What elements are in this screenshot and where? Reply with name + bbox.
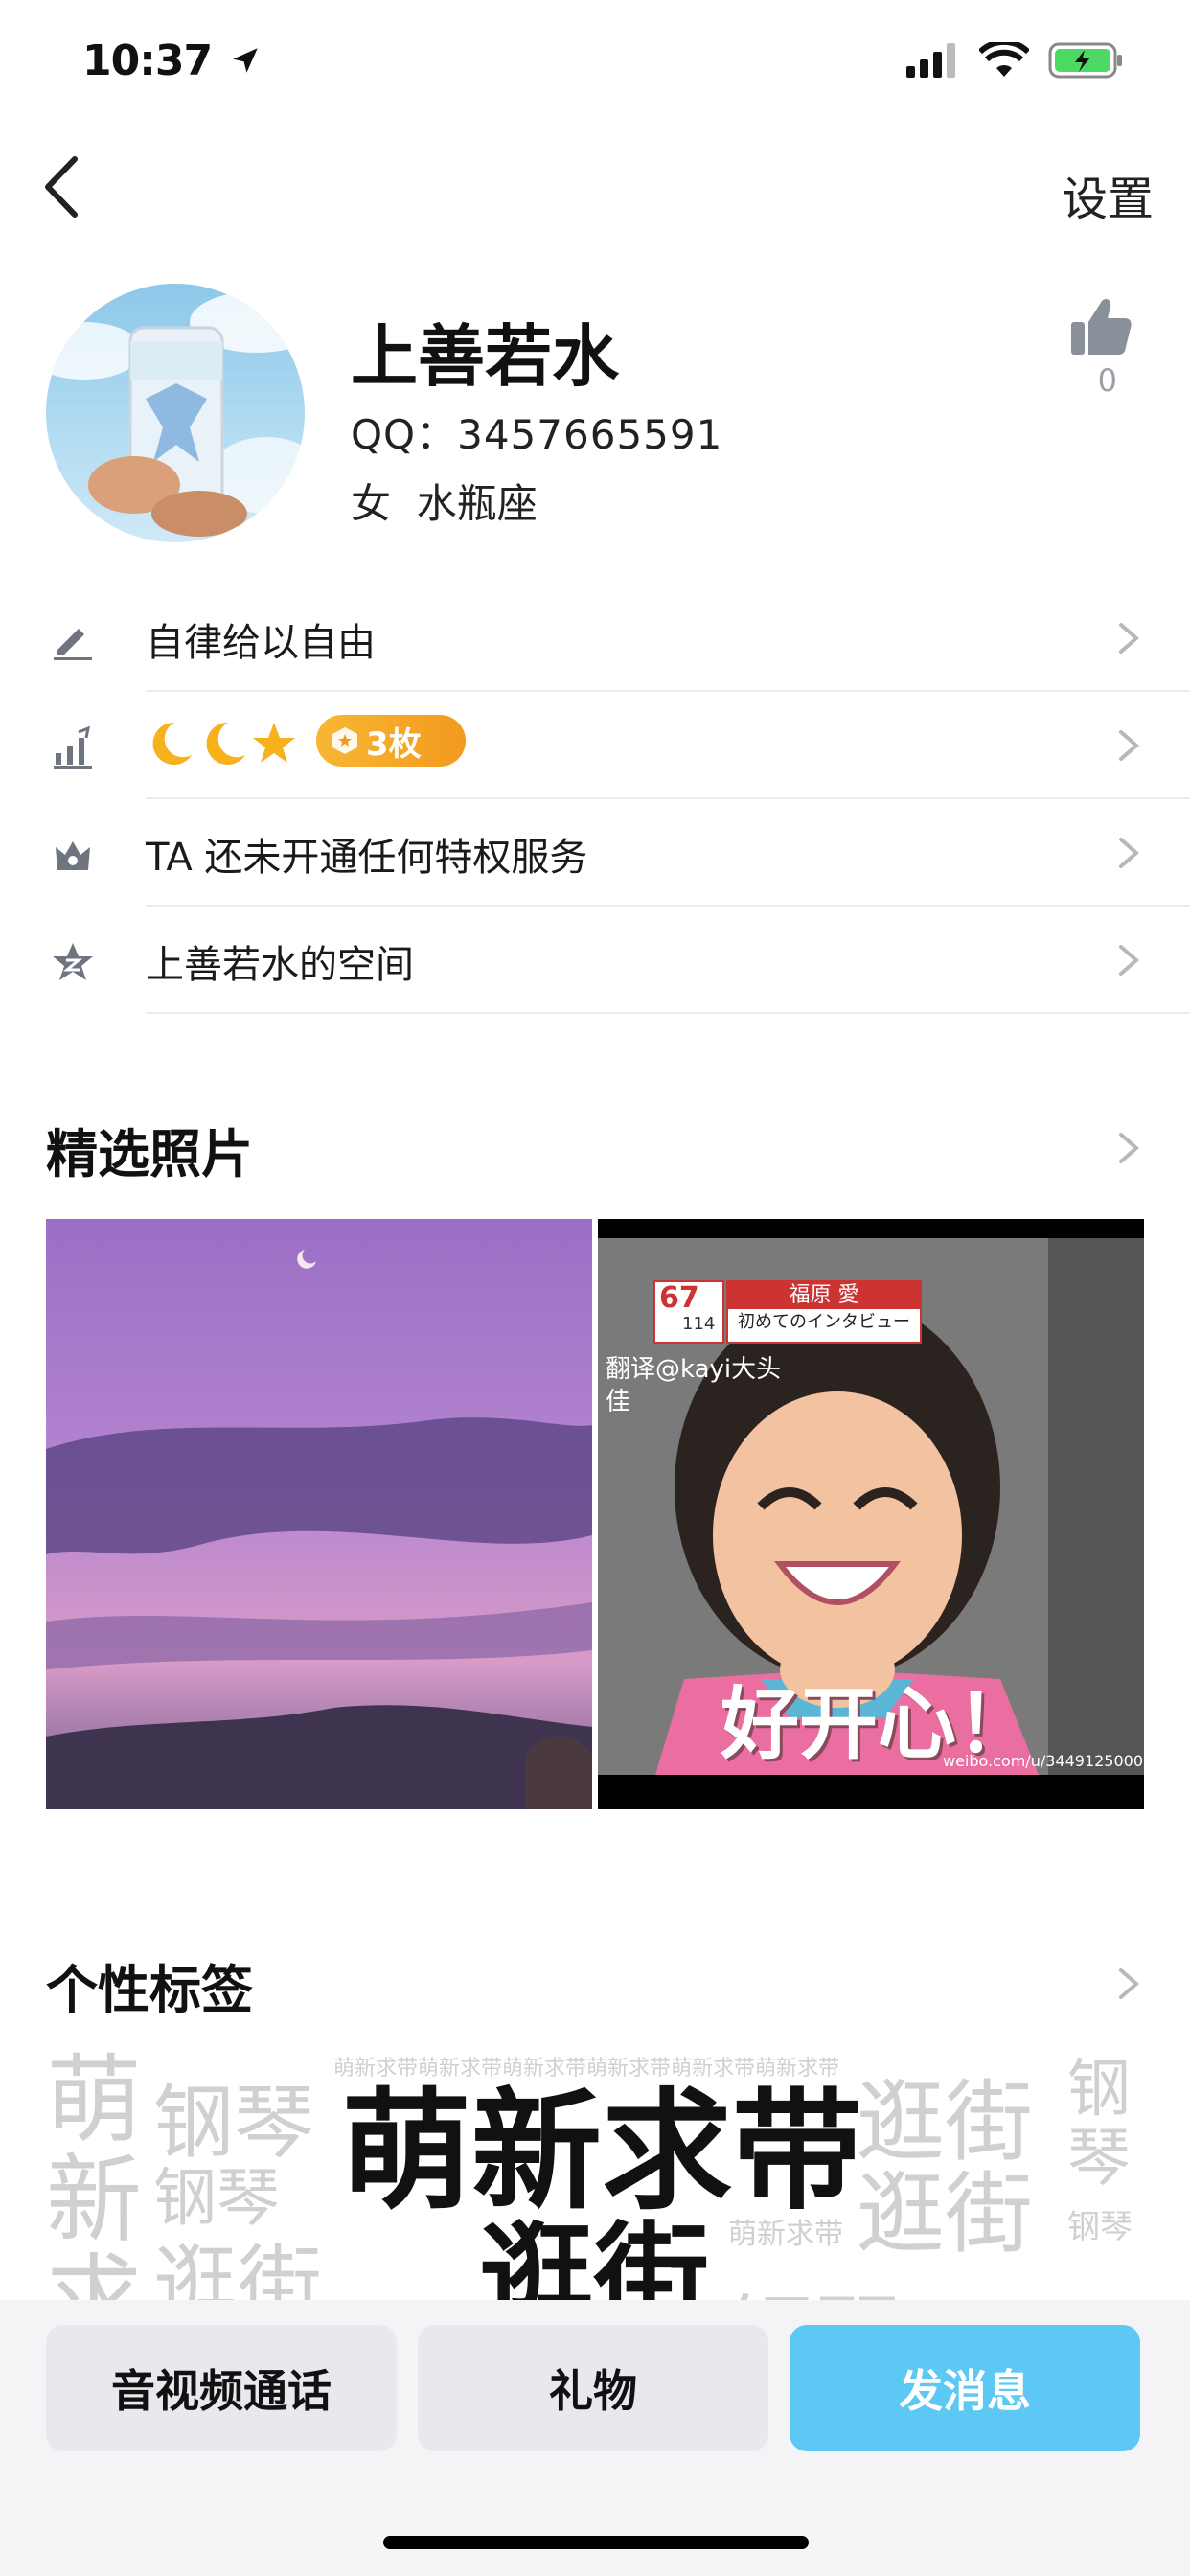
avatar[interactable]: [46, 284, 305, 542]
tv-logo: 67 114: [653, 1280, 724, 1344]
avatar-image: [46, 284, 305, 542]
star-space-icon: [53, 943, 93, 980]
qq-number: QQ：3457665591: [351, 411, 723, 458]
moon-icon-2: [206, 722, 245, 765]
pencil-icon: [54, 629, 92, 660]
qzone-text: 上善若水的空间: [146, 943, 414, 987]
tag-cloud[interactable]: 萌新求带 钢琴 钢琴 逛街 萌新求带萌新求带萌新求带萌新求带萌新求带萌新求带 萌…: [46, 2051, 1144, 2300]
tag-faded: 萌新求带: [46, 2051, 142, 2300]
tag-secondary: 逛街: [479, 2212, 709, 2301]
row-level[interactable]: 3枚: [0, 692, 1190, 799]
weibo-watermark: weibo.com/u/3449125000: [943, 1752, 1144, 1770]
home-indicator[interactable]: [383, 2536, 809, 2549]
photos-section-title: 精选照片: [46, 1124, 253, 1184]
gift-button[interactable]: 礼物: [418, 2325, 768, 2451]
chevron-right-icon: [1119, 730, 1140, 761]
badge-count: 3枚: [316, 715, 466, 767]
privilege-text: TA 还未开通任何特权服务: [146, 836, 588, 880]
level-icons: [152, 722, 295, 765]
tag-faded: 钢琴: [728, 2266, 901, 2300]
row-qzone[interactable]: 上善若水的空间: [0, 907, 1190, 1014]
location-arrow-icon: [233, 48, 259, 73]
tag-faded: 逛街: [857, 2163, 1034, 2266]
tag-faded: 萌新求带: [728, 2218, 843, 2251]
profile-name: 上善若水: [351, 317, 619, 396]
chevron-right-icon: [1119, 838, 1140, 868]
photo-sunset-sky[interactable]: [46, 1219, 592, 1809]
tag-faded: 钢琴: [1067, 2052, 1131, 2195]
battery-charging-icon: [1048, 42, 1122, 79]
tag-faded: 逛街: [153, 2236, 323, 2300]
translator-credit: 翻译@kayi大头佳: [606, 1355, 782, 1416]
tag-faded: 钢琴: [1067, 2208, 1133, 2246]
cellular-signal-icon: [906, 43, 955, 78]
level-chart-icon: [54, 725, 92, 769]
chevron-right-icon: [1119, 623, 1140, 654]
chevron-right-icon[interactable]: [1117, 1966, 1140, 2001]
call-button[interactable]: 音视频通话: [46, 2325, 397, 2451]
chevron-right-icon: [1119, 945, 1140, 976]
moon-icon-1: [152, 722, 192, 765]
status-indicators: [906, 42, 1125, 79]
gender-zodiac: 女 水瓶座: [351, 480, 538, 527]
row-signature[interactable]: 自律给以自由: [0, 585, 1190, 692]
crown-icon: [56, 841, 90, 870]
photo-happy-girl[interactable]: 67 114 福原 愛 初めてのインタビュー 翻译@kayi大头佳 好开心！ w…: [598, 1219, 1144, 1809]
tag-primary: 萌新求带: [341, 2077, 862, 2228]
tags-section-title: 个性标签: [46, 1960, 253, 2020]
chevron-right-icon[interactable]: [1117, 1131, 1140, 1165]
hex-star-icon: [332, 727, 357, 754]
row-privilege[interactable]: TA 还未开通任何特权服务: [0, 799, 1190, 907]
like-count: 0: [1097, 362, 1117, 399]
thumbs-up-icon[interactable]: [1069, 295, 1133, 358]
send-message-button[interactable]: 发消息: [790, 2325, 1140, 2451]
signature-text: 自律给以自由: [146, 621, 376, 665]
tv-banner: 福原 愛 初めてのインタビュー: [726, 1280, 922, 1344]
wifi-icon: [979, 42, 1029, 77]
star-icon: [253, 723, 295, 763]
settings-button[interactable]: 设置: [1062, 161, 1154, 228]
back-chevron-icon[interactable]: [38, 153, 86, 220]
status-time: 10:37: [82, 36, 262, 85]
